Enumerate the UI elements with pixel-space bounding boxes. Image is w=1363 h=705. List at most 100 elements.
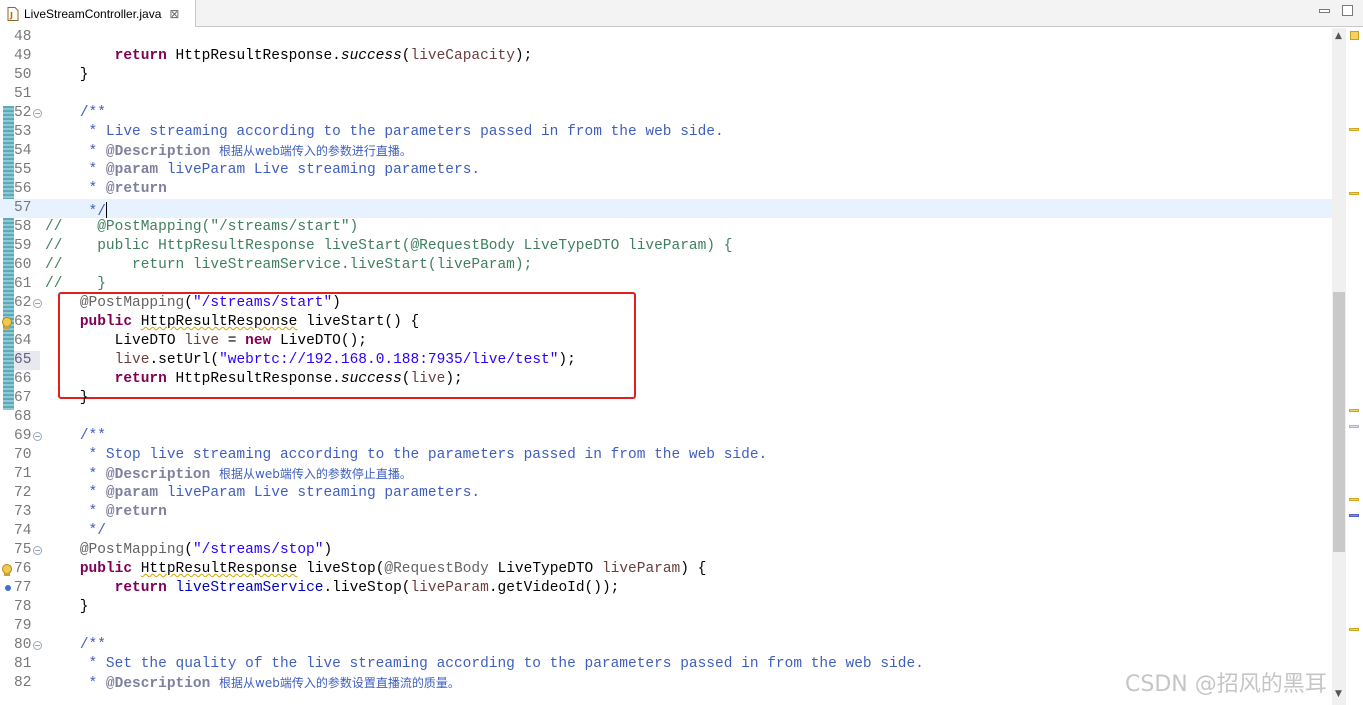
line-number: 61 [14, 276, 32, 292]
code-text: * @return [45, 180, 167, 199]
code-line[interactable]: 65 live.setUrl("webrtc://192.168.0.188:7… [0, 351, 1332, 370]
code-editor[interactable]: 48 49 return HttpResultResponse.success(l… [0, 28, 1332, 705]
code-line[interactable]: 68 [0, 408, 1332, 427]
code-token: /** [79, 105, 106, 121]
code-line[interactable]: 63 public HttpResultResponse liveStart()… [0, 313, 1332, 332]
code-line[interactable]: 60 // return liveStreamService.liveStart(… [0, 256, 1332, 275]
overview-current-marker[interactable] [1349, 514, 1359, 517]
line-number: 68 [14, 409, 32, 425]
code-line[interactable]: 49 return HttpResultResponse.success(liv… [0, 47, 1332, 66]
fold-toggle-icon[interactable]: − [33, 546, 42, 555]
svg-text:J: J [9, 11, 13, 20]
code-line[interactable]: 62 @PostMapping("/streams/start") − [0, 294, 1332, 313]
code-line[interactable]: 50 } [0, 66, 1332, 85]
scroll-up-icon[interactable]: ▲ [1335, 31, 1342, 41]
code-line[interactable]: 71 * @Description 根据从web端传入的参数停止直播。 [0, 465, 1332, 484]
code-line[interactable]: 56 * @return [0, 180, 1332, 199]
overview-warning-marker[interactable] [1349, 498, 1359, 501]
overview-warning-marker[interactable] [1349, 628, 1359, 631]
code-token: } [45, 390, 89, 406]
code-token: HttpResultResponse. [166, 371, 341, 387]
code-line[interactable]: 51 [0, 85, 1332, 104]
line-number: 67 [14, 390, 32, 406]
warning-icon[interactable] [1, 563, 13, 577]
code-text: /** [45, 427, 106, 446]
code-line[interactable]: 48 [0, 28, 1332, 47]
code-line[interactable]: 69 /** − [0, 427, 1332, 446]
warnings-summary-icon[interactable] [1350, 31, 1359, 40]
code-token: return [114, 580, 167, 596]
code-line[interactable]: 57 */ [0, 199, 1332, 220]
code-line[interactable]: 64 LiveDTO live = new LiveDTO(); [0, 332, 1332, 351]
code-line[interactable]: 53 * Live streaming according to the par… [0, 123, 1332, 142]
code-text: * @return [45, 503, 167, 522]
code-token: // } [45, 276, 106, 292]
fold-toggle-icon[interactable]: − [33, 432, 42, 441]
code-token: public [79, 561, 133, 577]
code-token: 根据从web端传入的参数停止直播。 [219, 467, 412, 481]
code-token: ( [401, 48, 411, 64]
code-token: return [114, 48, 167, 64]
scrollbar-thumb[interactable] [1333, 292, 1345, 552]
code-text: // public HttpResultResponse liveStart(@… [45, 237, 732, 256]
code-token: ); [558, 352, 576, 368]
code-line[interactable]: 54 * @Description 根据从web端传入的参数进行直播。 [0, 142, 1332, 161]
code-text: LiveDTO live = new LiveDTO(); [45, 332, 367, 351]
code-line[interactable]: 58 // @PostMapping("/streams/start") [0, 218, 1332, 237]
code-line[interactable]: 55 * @param liveParam Live streaming par… [0, 161, 1332, 180]
warning-icon[interactable] [1, 316, 13, 330]
code-line[interactable]: 80 /** − [0, 636, 1332, 655]
code-token: @return [105, 181, 167, 197]
tab-close-icon[interactable]: ⊠ [169, 7, 179, 21]
code-token: liveStop( [297, 561, 385, 577]
code-text: * Set the quality of the live streaming … [45, 655, 924, 674]
code-line[interactable]: 73 * @return [0, 503, 1332, 522]
code-line[interactable]: 67 } [0, 389, 1332, 408]
fold-toggle-icon[interactable]: − [33, 641, 42, 650]
code-token: return [114, 371, 167, 387]
code-token: * Live streaming according to the parame… [45, 124, 724, 140]
code-token: ); [514, 48, 533, 64]
editor-tab-bar: J LiveStreamController.java ⊠ [0, 0, 1363, 27]
code-line[interactable]: 52 /** − [0, 104, 1332, 123]
scroll-down-icon[interactable]: ▼ [1335, 689, 1342, 699]
overview-warning-marker[interactable] [1349, 128, 1359, 131]
override-marker-icon[interactable] [5, 585, 11, 591]
code-line[interactable]: 66 return HttpResultResponse.success(liv… [0, 370, 1332, 389]
code-line[interactable]: 77 return liveStreamService.liveStop(liv… [0, 579, 1332, 598]
code-text: /** [45, 636, 106, 655]
fold-toggle-icon[interactable]: − [33, 299, 42, 308]
code-token: HttpResultResponse [140, 314, 298, 330]
code-line[interactable]: 78 } [0, 598, 1332, 617]
code-token: */ [45, 523, 106, 539]
window-buttons [1319, 5, 1353, 16]
minimize-icon[interactable] [1319, 9, 1330, 13]
code-line[interactable]: 59 // public HttpResultResponse liveStart… [0, 237, 1332, 256]
code-token: @return [105, 504, 167, 520]
fold-toggle-icon[interactable]: − [33, 109, 42, 118]
maximize-icon[interactable] [1342, 5, 1353, 16]
code-line[interactable]: 79 [0, 617, 1332, 636]
code-line[interactable]: 76 public HttpResultResponse liveStop(@R… [0, 560, 1332, 579]
code-text: } [45, 66, 89, 85]
overview-warning-marker[interactable] [1349, 409, 1359, 412]
code-line[interactable]: 70 * Stop live streaming according to th… [0, 446, 1332, 465]
code-text: @PostMapping("/streams/stop") [45, 541, 332, 560]
editor-tab[interactable]: J LiveStreamController.java ⊠ [0, 0, 196, 27]
line-number: 82 [14, 675, 32, 691]
code-token: @param [105, 162, 159, 178]
overview-ruler[interactable] [1347, 28, 1363, 705]
vertical-scrollbar[interactable]: ▲ ▼ [1332, 28, 1346, 705]
code-line[interactable]: 72 * @param liveParam Live streaming par… [0, 484, 1332, 503]
code-line[interactable]: 74 */ [0, 522, 1332, 541]
line-number: 50 [14, 67, 32, 83]
code-line[interactable]: 75 @PostMapping("/streams/stop") − [0, 541, 1332, 560]
code-line[interactable]: 61 // } [0, 275, 1332, 294]
code-token: liveParam Live streaming parameters. [158, 162, 481, 178]
overview-occurrence-marker[interactable] [1349, 425, 1359, 428]
code-token: * [45, 485, 106, 501]
overview-warning-marker[interactable] [1349, 192, 1359, 195]
